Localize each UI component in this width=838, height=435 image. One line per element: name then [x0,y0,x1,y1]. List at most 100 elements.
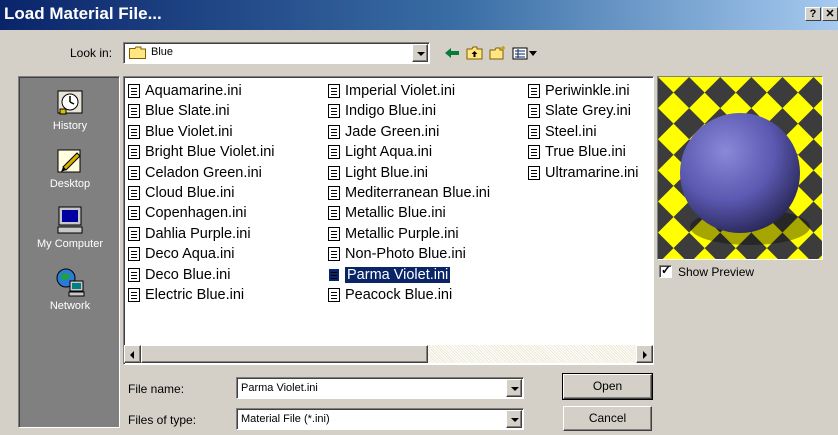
list-item[interactable]: Deco Aqua.ini [126,244,275,264]
file-name: Metallic Purple.ini [345,225,459,242]
list-item[interactable]: True Blue.ini [526,142,638,162]
ini-file-icon [128,165,140,180]
files-of-type-dropdown-arrow[interactable] [506,410,522,428]
back-arrow-icon[interactable] [443,45,461,61]
file-name-dropdown-arrow[interactable] [506,379,522,397]
my-computer-icon [55,205,85,235]
file-name: Steel.ini [545,123,597,140]
open-button[interactable]: Open [562,373,653,400]
list-item[interactable]: Copenhagen.ini [126,203,275,223]
file-list[interactable]: Aquamarine.ini Blue Slate.ini Blue Viole… [123,76,654,365]
list-item[interactable]: Deco Blue.ini [126,265,275,285]
ini-file-icon [528,84,540,98]
file-name: Slate Grey.ini [545,103,631,120]
files-of-type-value: Material File (*.ini) [241,413,330,425]
place-network-label: Network [49,300,91,312]
place-network[interactable]: Network [19,267,121,312]
sphere-preview-image [658,77,822,259]
file-name-combo[interactable]: Parma Violet.ini [236,377,524,399]
scroll-thumb[interactable] [141,345,428,363]
file-name: Dahlia Purple.ini [145,225,251,242]
ini-file-icon [528,145,540,160]
horizontal-scrollbar[interactable] [124,345,653,363]
list-item[interactable]: Steel.ini [526,122,638,142]
ini-file-icon [328,226,340,241]
place-history[interactable]: History [19,87,121,132]
files-of-type-combo[interactable]: Material File (*.ini) [236,408,524,430]
place-my-computer-label: My Computer [36,238,104,250]
file-name: Deco Aqua.ini [145,246,235,263]
file-name: Parma Violet.ini [343,265,452,284]
ini-file-icon [128,226,140,241]
cancel-button[interactable]: Cancel [563,406,652,431]
places-bar: History Desktop My Computer Network [18,76,120,428]
history-icon [55,87,85,117]
ini-file-icon [328,84,340,98]
list-item[interactable]: Dahlia Purple.ini [126,224,275,244]
list-item[interactable]: Metallic Purple.ini [326,224,490,244]
ini-file-icon [128,267,140,282]
scroll-left-button[interactable] [124,345,141,363]
list-item[interactable]: Periwinkle.ini [526,81,638,101]
title-bar[interactable]: Load Material File... ? ✕ [0,0,838,30]
list-item[interactable]: Mediterranean Blue.ini [326,183,490,203]
place-desktop[interactable]: Desktop [19,145,121,190]
list-item[interactable]: Cloud Blue.ini [126,183,275,203]
file-name: Electric Blue.ini [145,286,245,303]
scroll-right-button[interactable] [636,345,653,363]
list-item[interactable]: Celadon Green.ini [126,163,275,183]
look-in-value: Blue [151,46,174,58]
file-name: Cloud Blue.ini [145,184,235,201]
file-name: Ultramarine.ini [545,164,639,181]
look-in-dropdown-arrow[interactable] [412,44,428,62]
close-button[interactable]: ✕ [822,7,838,21]
list-item[interactable]: Peacock Blue.ini [326,285,490,305]
list-item[interactable]: Indigo Blue.ini [326,101,490,121]
list-item[interactable]: Slate Grey.ini [526,101,638,121]
list-item[interactable]: Aquamarine.ini [126,81,275,101]
up-folder-icon[interactable] [466,45,484,61]
ini-file-icon [128,247,140,262]
help-button[interactable]: ? [805,7,821,21]
ini-file-icon [128,145,140,160]
list-item[interactable]: Light Blue.ini [326,163,490,183]
place-desktop-label: Desktop [49,178,91,190]
file-name: True Blue.ini [545,144,626,161]
list-item[interactable]: Jade Green.ini [326,122,490,142]
show-preview-checkbox[interactable] [659,263,672,278]
ini-file-icon [128,185,140,200]
list-item-selected[interactable]: Parma Violet.ini [326,265,490,285]
ini-file-icon [328,287,340,302]
ini-file-icon [328,104,340,119]
list-item[interactable]: Electric Blue.ini [126,285,275,305]
list-item[interactable]: Metallic Blue.ini [326,203,490,223]
file-name: Deco Blue.ini [145,266,231,283]
ini-file-icon [328,124,340,139]
file-name: Light Aqua.ini [345,144,433,161]
list-item[interactable]: Imperial Violet.ini [326,81,490,101]
ini-file-icon [128,84,140,98]
look-in-label: Look in: [70,46,113,60]
file-name: Copenhagen.ini [145,205,247,222]
list-item[interactable]: Non-Photo Blue.ini [326,244,490,264]
ini-file-icon [528,165,540,180]
place-my-computer[interactable]: My Computer [19,205,121,250]
list-item[interactable]: Blue Slate.ini [126,101,275,121]
file-name: Aquamarine.ini [145,83,242,99]
ini-file-icon [128,104,140,119]
list-item[interactable]: Bright Blue Violet.ini [126,142,275,162]
file-name: Periwinkle.ini [545,83,630,99]
file-name: Metallic Blue.ini [345,205,446,222]
folder-icon [129,46,146,59]
ini-file-icon [328,206,340,221]
list-item[interactable]: Ultramarine.ini [526,163,638,183]
view-menu-icon[interactable] [512,45,538,61]
file-name: Light Blue.ini [345,164,429,181]
list-item[interactable]: Light Aqua.ini [326,142,490,162]
file-name: Jade Green.ini [345,123,440,140]
look-in-dropdown[interactable]: Blue [123,42,430,64]
new-folder-icon[interactable] [489,45,507,61]
material-preview [657,76,823,260]
show-preview-label: Show Preview [678,265,755,279]
list-item[interactable]: Blue Violet.ini [126,122,275,142]
